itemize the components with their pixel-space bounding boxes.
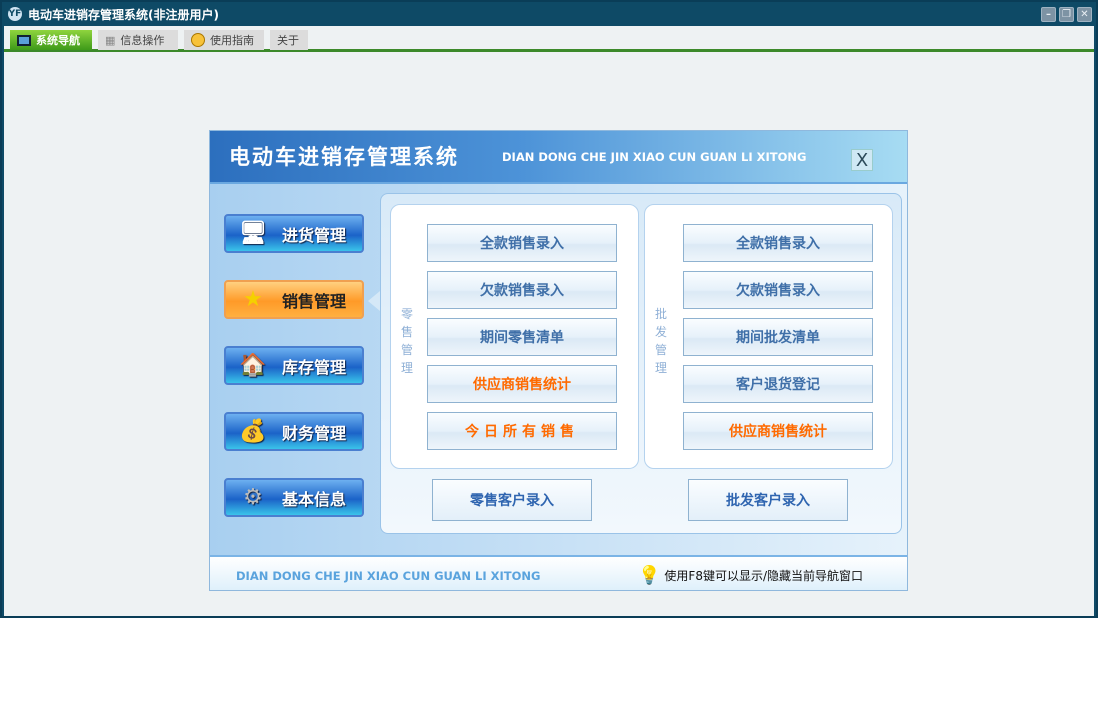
wholesale-supplier-stats-button[interactable]: 供应商销售统计 [683,412,873,450]
customer-return-button[interactable]: 客户退货登记 [683,365,873,403]
wholesale-group: 批发管理 全款销售录入 欠款销售录入 期间批发清单 客户退货登记 供应商销售统计 [644,204,893,469]
retail-period-list-button[interactable]: 期间零售清单 [427,318,617,356]
tab-info-ops[interactable]: ▦ 信息操作 [98,30,178,50]
retail-supplier-stats-button[interactable]: 供应商销售统计 [427,365,617,403]
footer-subtitle: DIAN DONG CHE JIN XIAO CUN GUAN LI XITON… [236,569,541,583]
lightbulb-icon: 💡 [638,565,661,586]
nav-basic-info[interactable]: ⚙ 基本信息 [224,478,364,517]
dialog-footer: DIAN DONG CHE JIN XIAO CUN GUAN LI XITON… [210,555,907,590]
tab-about[interactable]: 关于 [270,30,308,50]
nav-sales[interactable]: ★ 销售管理 [224,280,364,319]
title-bar: YF 电动车进销存管理系统(非注册用户) – ❐ ✕ [2,2,1096,26]
dialog-close-button[interactable]: X [851,149,873,171]
help-icon [191,33,205,47]
footer-tip: 💡 使用F8键可以显示/隐藏当前导航窗口 [638,565,863,586]
coins-icon: 💰 [239,419,267,444]
active-pointer [368,291,380,311]
tab-system-nav[interactable]: 系统导航 [10,30,92,50]
sales-panel: 零售管理 全款销售录入 欠款销售录入 期间零售清单 供应商销售统计 今日所有销售… [380,193,902,534]
tab-label: 使用指南 [210,34,254,47]
monitor-icon [17,34,31,46]
tab-label: 信息操作 [120,34,165,47]
nav-label: 库存管理 [282,357,347,377]
retail-credit-sale-button[interactable]: 欠款销售录入 [427,271,617,309]
tab-strip: 系统导航 ▦ 信息操作 使用指南 关于 [4,26,1094,52]
dialog-header: 电动车进销存管理系统 DIAN DONG CHE JIN XIAO CUN GU… [210,131,907,184]
nav-finance[interactable]: 💰 财务管理 [224,412,364,451]
tab-label: 关于 [277,34,299,47]
window-title: 电动车进销存管理系统(非注册用户) [28,7,219,22]
dialog-subtitle: DIAN DONG CHE JIN XIAO CUN GUAN LI XITON… [502,150,807,164]
minimize-button[interactable]: – [1041,7,1056,22]
wholesale-label: 批发管理 [655,307,668,375]
restore-button[interactable]: ❐ [1059,7,1074,22]
wholesale-customer-entry-button[interactable]: 批发客户录入 [688,479,848,521]
house-icon: 🏠 [239,353,267,378]
star-icon: ★ [243,287,263,312]
app-logo-icon: YF [8,7,22,21]
nav-purchase[interactable]: 🖥 进货管理 [224,214,364,253]
retail-customer-entry-button[interactable]: 零售客户录入 [432,479,592,521]
wholesale-period-list-button[interactable]: 期间批发清单 [683,318,873,356]
nav-label: 进货管理 [282,225,347,245]
nav-label: 财务管理 [282,423,347,443]
grid-icon: ▦ [105,33,116,47]
tab-guide[interactable]: 使用指南 [184,30,264,50]
nav-inventory[interactable]: 🏠 库存管理 [224,346,364,385]
wholesale-credit-sale-button[interactable]: 欠款销售录入 [683,271,873,309]
dialog-title: 电动车进销存管理系统 [229,145,459,169]
retail-label: 零售管理 [401,307,414,375]
retail-full-payment-button[interactable]: 全款销售录入 [427,224,617,262]
navigation-dialog: 电动车进销存管理系统 DIAN DONG CHE JIN XIAO CUN GU… [209,130,908,591]
nav-label: 基本信息 [282,489,347,509]
tip-text: 使用F8键可以显示/隐藏当前导航窗口 [664,569,864,583]
nav-label: 销售管理 [282,291,347,311]
today-sales-button[interactable]: 今日所有销售 [427,412,617,450]
tab-label: 系统导航 [36,34,80,47]
close-button[interactable]: ✕ [1077,7,1092,22]
monitor-icon: 🖥 [239,221,267,246]
wholesale-full-payment-button[interactable]: 全款销售录入 [683,224,873,262]
gear-icon: ⚙ [243,485,263,510]
retail-group: 零售管理 全款销售录入 欠款销售录入 期间零售清单 供应商销售统计 今日所有销售 [390,204,639,469]
